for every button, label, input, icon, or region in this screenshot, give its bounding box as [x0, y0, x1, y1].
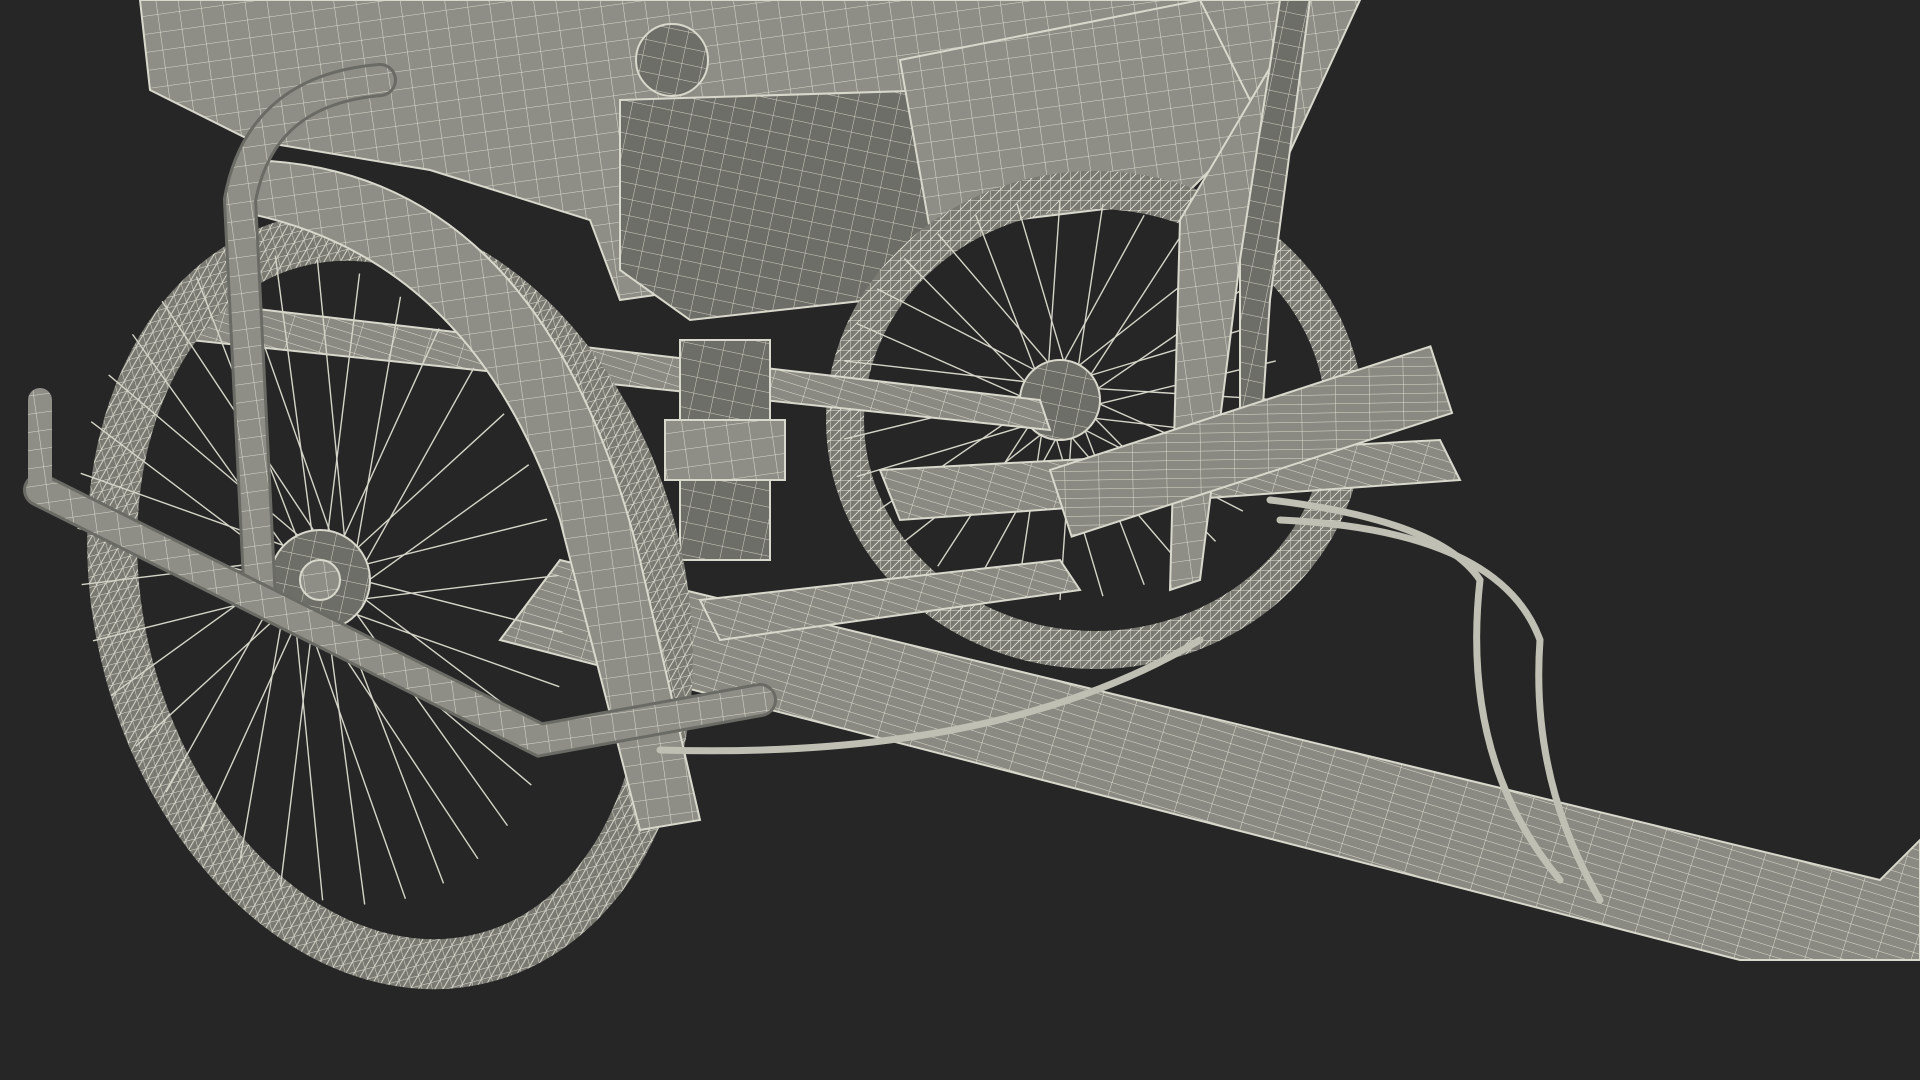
wheel-spoke [876, 288, 1041, 374]
wheel-spoke [135, 605, 290, 747]
render-viewport [0, 0, 1920, 1080]
wheel-spoke [1086, 233, 1183, 381]
wheel-spoke [1060, 214, 1145, 367]
wheel-spoke [1084, 322, 1264, 378]
wheel-spoke [1076, 203, 1104, 372]
wireframe-scene [23, 0, 1920, 990]
wheel-spoke [354, 574, 559, 601]
wheel-spoke [937, 233, 1053, 368]
wheel-spoke [350, 413, 505, 555]
wheel-spoke [844, 360, 1032, 384]
seat-body [138, 0, 1292, 322]
wheel-spoke [903, 258, 1030, 387]
wheel-spoke [358, 464, 530, 588]
